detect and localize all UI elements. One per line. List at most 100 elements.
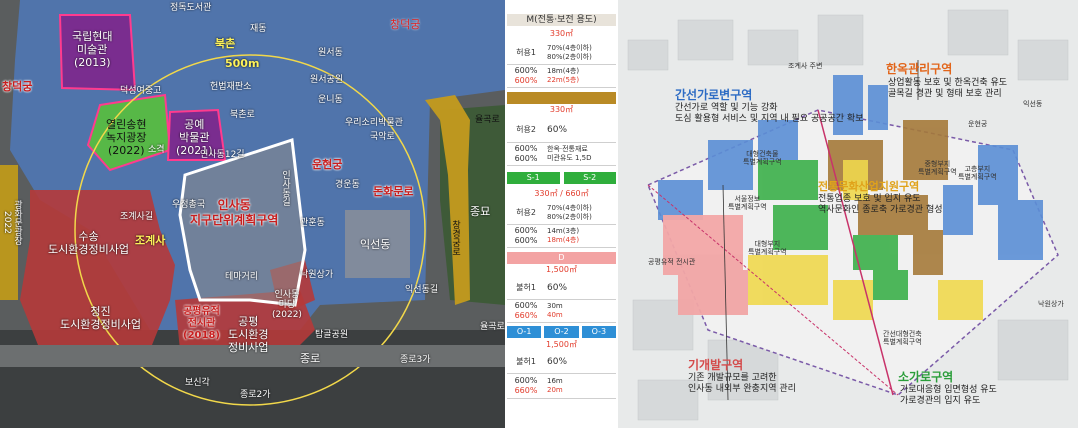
section5-name: 불허1	[516, 357, 536, 366]
section4-area: 1,500㎡	[546, 265, 577, 274]
zoning-render: 한옥관리구역 상업활동 보호 및 한옥건축 유도 골목길 경관 및 형태 보호 …	[618, 0, 1078, 428]
site-label-3: 낙원상가	[1038, 300, 1064, 308]
site-label-1: 공평유적 전시관	[648, 258, 696, 266]
section2-row1: 허용2 60%	[507, 118, 616, 143]
section1-r2b: 600%	[514, 76, 538, 85]
section4-h1: 30m	[547, 302, 563, 310]
center-zone-title: 전통문화산업지원구역	[818, 180, 920, 193]
section3-name: 허용2	[516, 208, 536, 217]
section3-row1: 허용2 70%(4층이하) 80%(2층이하)	[507, 202, 616, 225]
label-small-16: 율곡로	[480, 322, 505, 332]
plot-label-5: 간선대형건축 특별계획구역	[883, 330, 922, 346]
plot-label-2: 중형부지 특별계획구역	[918, 160, 957, 176]
label-small-8: 운니동	[318, 95, 343, 105]
small-street-zone-title: 소가로구역	[898, 370, 954, 384]
plot-label-4: 서울정보 특별계획구역	[728, 195, 767, 211]
section4-bar: D	[507, 252, 616, 264]
section2-bar	[507, 92, 616, 104]
section3-tags: S-1 S-2	[507, 172, 616, 186]
section1-row2: 600% 600% 18m(4층) 22m(5층)	[507, 65, 616, 88]
label-yulgok: 율곡로	[475, 115, 500, 125]
section2-area: 330㎡	[549, 105, 574, 114]
section4-r2a: 600%	[514, 301, 538, 310]
label-court: 헌법재판소	[210, 82, 252, 92]
plot-label-0: 대형건축물 특별계획구역	[743, 150, 782, 166]
plot-label-3: 고층부지 특별계획구역	[958, 165, 997, 181]
label-changdeok-left: 창덕궁	[2, 80, 33, 93]
label-500m: 500m	[225, 57, 260, 70]
center-zone-desc: 전통업종 보호 및 입지 유도 역사문화인 종로축 가로경관 형성	[818, 194, 943, 215]
section5-h1: 16m	[547, 377, 563, 385]
section3-area: 330㎡ / 660㎡	[534, 189, 589, 198]
section4-row2: 600% 660% 30m 40m	[507, 300, 616, 323]
hanok-zone-desc: 상업활동 보호 및 한옥건축 유도 골목길 경관 및 형태 보호 관리	[888, 78, 1008, 99]
section2-cov: 60%	[547, 124, 568, 135]
section1-area: 330㎡	[549, 29, 574, 38]
label-gongpyeong: 공평 도시환경 정비사업	[228, 315, 269, 354]
site-label-4: 익선동	[1023, 100, 1043, 108]
section4-cov: 60%	[547, 282, 568, 293]
label-wonseo: 원서공원	[310, 75, 344, 85]
label-small-5: 국악로	[370, 132, 395, 142]
label-changdeok: 창덕궁	[390, 18, 421, 31]
label-museum: 국립현대 미술관 (2013)	[72, 30, 113, 69]
section5-area: 1,500㎡	[546, 340, 577, 349]
label-changgyeong: 창경궁로	[450, 220, 460, 256]
section2-r2a: 600%	[514, 144, 538, 153]
section4-row1: 불허1 60%	[507, 277, 616, 300]
label-small-3: 조계사길	[120, 212, 154, 222]
label-jaedong: 재동	[250, 24, 267, 34]
label-small-15: 북촌로	[230, 110, 255, 120]
section2-n1: 한옥·전통재료	[547, 145, 588, 153]
label-jogyesa: 조계사	[135, 234, 166, 247]
label-jeongdok: 정독도서관	[170, 3, 212, 13]
section3-r1b: 80%(2층이하)	[547, 213, 592, 221]
section5-r2a: 600%	[514, 376, 538, 385]
arterial-zone-desc: 간선가로 역할 및 기능 강화 도심 활용형 서비스 및 지역 내 필요 공공공…	[675, 103, 864, 124]
section5-row2: 600% 660% 16m 20m	[507, 374, 616, 399]
label-jongro: 종로	[300, 352, 321, 365]
section3-h1: 14m(3층)	[547, 227, 580, 235]
site-label-0: 조계사 주변	[788, 62, 823, 70]
section1-h1: 18m(4층)	[547, 67, 580, 75]
label-insa-madang: 인사동 마당 (2022)	[272, 290, 302, 320]
section5-tags: O-1 O-2 O-3	[507, 326, 616, 338]
section1-name: 허용1	[516, 48, 536, 57]
label-small-10: 관훈동	[300, 218, 325, 228]
label-small-14: 인사동12길	[200, 150, 245, 160]
label-small-4: 우리소리박물관	[345, 118, 403, 128]
tag-s1: S-1	[507, 172, 560, 184]
label-gongpyeong-sites: 공평유적 전시관 (2018)	[183, 306, 220, 341]
label-plaza: 열린송현 녹지광장 (2022)	[106, 118, 147, 157]
section3-r1a: 70%(4층이하)	[547, 204, 592, 212]
section2-n2: 미관유도 1,5D	[547, 154, 592, 162]
section5-cov: 60%	[547, 356, 568, 367]
tag-s2: S-2	[563, 172, 616, 184]
regulation-table: M(전통·보전 용도) 330㎡ 허용1 70%(4층이하) 80%(2층이하) …	[505, 0, 618, 428]
label-small-2: 원서동	[318, 48, 343, 58]
label-small-11: 경운동	[335, 180, 360, 190]
label-gwanghwamun: 광화문광장 2022	[2, 200, 22, 245]
label-theme-street: 테마거리	[225, 272, 259, 282]
label-small-7: 인사동길	[280, 170, 290, 206]
label-ikseon: 익선동	[360, 238, 391, 251]
section4-name: 불허1	[516, 283, 536, 292]
plot-label-1: 대형부지 특별계획구역	[748, 240, 787, 256]
section1-h2: 22m(5층)	[547, 76, 580, 84]
label-bosingak: 보신각	[185, 378, 210, 388]
section2-row2: 600% 600% 한옥·전통재료 미관유도 1,5D	[507, 143, 616, 166]
label-susong: 수송 도시환경정비사업	[48, 230, 129, 256]
label-cheongjin: 청진 도시환경정비사업	[60, 305, 141, 331]
label-small-0: 우정총국	[172, 200, 206, 210]
section5-h2: 20m	[547, 386, 563, 394]
label-unhyeon: 운현궁	[312, 158, 343, 171]
label-tapgol: 탑골공원	[315, 330, 349, 340]
district-map: 정독도서관 재동 창덕궁 북촌 500m 원서공원 헌법재판소 덕성여중고 국립…	[0, 0, 505, 428]
small-street-zone-desc: 가로대응형 입면형성 유도 가로경관의 입지 유도	[900, 385, 997, 406]
section3-row2: 600% 600% 14m(3층) 18m(4층)	[507, 225, 616, 248]
tag-o2: O-2	[544, 326, 579, 338]
label-small-13: 종로3가	[400, 355, 431, 365]
label-bukchon: 북촌	[215, 37, 236, 50]
label-duksung: 덕성여중고	[120, 86, 162, 96]
label-small-12: 종로2가	[240, 390, 271, 400]
